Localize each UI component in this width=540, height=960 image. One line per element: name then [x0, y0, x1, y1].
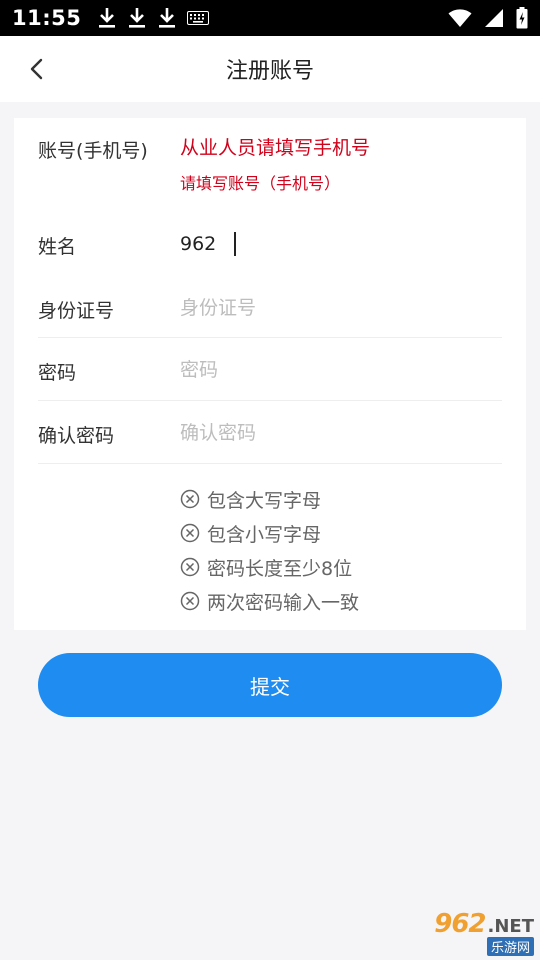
chevron-left-icon [30, 58, 43, 80]
signal-icon [485, 9, 503, 27]
status-bar: 11:55 [0, 0, 540, 36]
rule-text: 包含大写字母 [207, 489, 322, 512]
password-label: 密码 [38, 362, 77, 384]
password-input[interactable] [180, 356, 480, 384]
rule-lowercase: 包含小写字母 [180, 516, 359, 550]
confirm-password-input[interactable] [180, 419, 480, 447]
password-row: 密码 [38, 338, 502, 401]
download-icon [99, 8, 116, 28]
page-title: 注册账号 [225, 59, 314, 84]
watermark-number: 962 [434, 908, 486, 939]
confirm-password-label: 确认密码 [38, 425, 115, 447]
download-icon [129, 8, 146, 28]
text-caret [234, 232, 236, 256]
status-time: 11:55 [12, 6, 82, 30]
submit-button[interactable]: 提交 [38, 653, 502, 717]
name-row: 姓名 [38, 214, 502, 276]
rule-text: 包含小写字母 [207, 523, 322, 546]
circle-x-icon [180, 557, 200, 577]
id-number-input[interactable] [180, 294, 480, 322]
confirm-password-row: 确认密码 [38, 401, 502, 464]
rule-uppercase: 包含大写字母 [180, 482, 359, 516]
wifi-icon [448, 9, 472, 27]
account-label: 账号(手机号) [38, 140, 148, 162]
id-number-label: 身份证号 [38, 300, 115, 322]
notification-icons [97, 7, 210, 29]
account-row: 账号(手机号) 请填写账号（手机号） [38, 118, 502, 214]
nav-bar: 注册账号 [0, 36, 540, 102]
id-number-row: 身份证号 [38, 276, 502, 338]
download-icon [159, 8, 176, 28]
battery-charging-icon [516, 7, 528, 29]
name-label: 姓名 [38, 236, 77, 258]
password-rules: 包含大写字母 包含小写字母 密码长度至少8位 两次密码输入一致 [180, 482, 359, 618]
registration-form: 账号(手机号) 请填写账号（手机号） 姓名 身份证号 密码 确认密码 包含大写字… [14, 118, 526, 630]
watermark-top: 962 .NET [434, 909, 534, 939]
circle-x-icon [180, 523, 200, 543]
account-input[interactable] [180, 134, 480, 162]
account-error: 请填写账号（手机号） [180, 174, 341, 193]
circle-x-icon [180, 489, 200, 509]
rule-match: 两次密码输入一致 [180, 584, 359, 618]
watermark-subtitle: 乐游网 [486, 936, 534, 956]
name-input[interactable] [180, 230, 480, 258]
rule-min-length: 密码长度至少8位 [180, 550, 359, 584]
back-button[interactable] [18, 50, 54, 88]
circle-x-icon [180, 591, 200, 611]
rule-text: 密码长度至少8位 [207, 557, 353, 580]
keyboard-icon [187, 11, 210, 25]
rule-text: 两次密码输入一致 [207, 591, 360, 614]
watermark-suffix: .NET [487, 915, 534, 937]
system-icons [448, 7, 528, 29]
site-watermark-logo: 962 .NET 乐游网 [404, 909, 534, 956]
